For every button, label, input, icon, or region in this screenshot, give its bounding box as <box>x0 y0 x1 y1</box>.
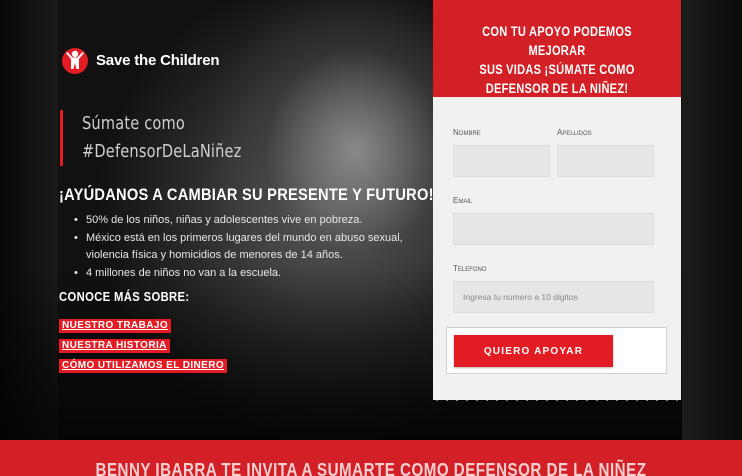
signup-form: Nombre Apellidos Email Telefono Ingresa … <box>433 97 681 400</box>
hero-section: Save the Children Súmate como #DefensorD… <box>0 0 742 440</box>
form-header-line-1: CON TU APOYO PODEMOS MEJORAR <box>482 24 632 58</box>
facts-list: 50% de los niños, niñas y adolescentes v… <box>74 212 419 283</box>
apellidos-label: Apellidos <box>557 128 592 137</box>
hero-headline: ¡AYÚDANOS A CAMBIAR SU PRESENTE Y FUTURO… <box>59 185 434 204</box>
nombre-label: Nombre <box>453 128 481 137</box>
signup-form-panel: CON TU APOYO PODEMOS MEJORAR SUS VIDAS ¡… <box>433 0 681 400</box>
submit-area: QUIERO APOYAR <box>446 327 667 374</box>
campaign-tagline: Súmate como #DefensorDeLaNiñez <box>60 110 320 166</box>
telefono-label: Telefono <box>453 264 487 273</box>
link-nuestro-trabajo[interactable]: NUESTRO TRABAJO <box>59 319 172 333</box>
logo[interactable]: Save the Children <box>60 45 220 75</box>
link-como-utilizamos-dinero[interactable]: CÓMO UTILIZAMOS EL DINERO <box>59 359 228 373</box>
telefono-placeholder: Ingresa tu numero a 10 digitos <box>463 292 578 302</box>
nombre-input[interactable] <box>453 145 550 177</box>
learn-more-title: CONOCE MÁS SOBRE: <box>59 290 190 304</box>
fact-item: 50% de los niños, niñas y adolescentes v… <box>74 212 419 229</box>
invite-banner: BENNY IBARRA TE INVITA A SUMARTE COMO DE… <box>0 440 742 476</box>
form-header: CON TU APOYO PODEMOS MEJORAR SUS VIDAS ¡… <box>433 0 681 97</box>
fact-item: 4 millones de niños no van a la escuela. <box>74 265 419 282</box>
link-nuestra-historia[interactable]: NUESTRA HISTORIA <box>59 339 170 353</box>
fact-item: México está en los primeros lugares del … <box>74 230 419 264</box>
save-the-children-figure-icon <box>62 48 88 74</box>
invite-banner-text: BENNY IBARRA TE INVITA A SUMARTE COMO DE… <box>95 460 647 476</box>
email-input[interactable] <box>453 213 654 245</box>
telefono-input[interactable]: Ingresa tu numero a 10 digitos <box>453 281 654 313</box>
email-label: Email <box>453 196 473 205</box>
quiero-apoyar-button[interactable]: QUIERO APOYAR <box>454 335 613 367</box>
brand-name: Save the Children <box>96 51 220 69</box>
tagline-line-1: Súmate como <box>82 113 185 134</box>
form-zigzag-edge <box>433 392 681 401</box>
form-header-line-3: DEFENSOR DE LA NIÑEZ! <box>485 81 629 96</box>
apellidos-input[interactable] <box>557 145 654 177</box>
tagline-hashtag: #DefensorDeLaNiñez <box>82 141 242 162</box>
form-header-line-2: SUS VIDAS ¡SÚMATE COMO <box>479 62 635 77</box>
